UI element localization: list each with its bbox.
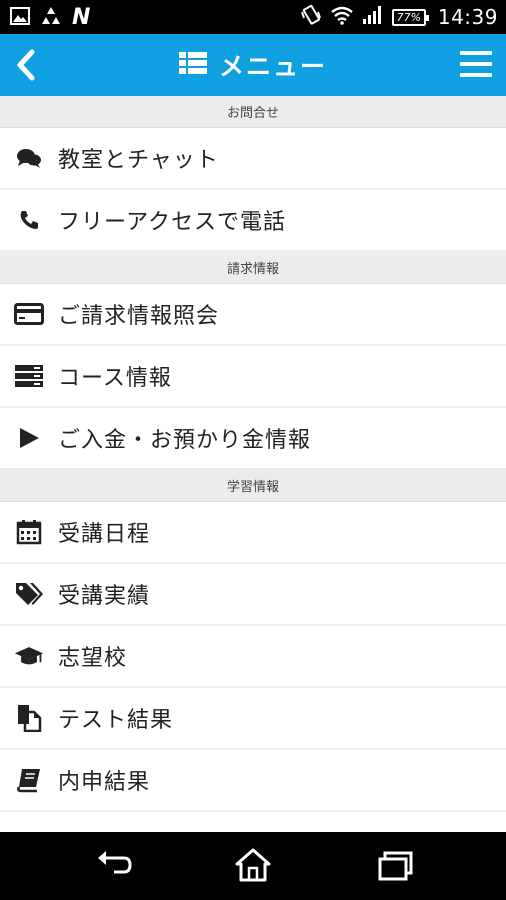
home-icon	[235, 848, 271, 882]
wifi-icon	[330, 5, 354, 29]
menu-item-label: 受講実績	[58, 584, 151, 609]
menu-item-label: 受講日程	[58, 522, 151, 547]
battery-icon: 77%	[391, 8, 429, 26]
menu-item-payment-info[interactable]: ご入金・お預かり金情報	[0, 408, 506, 470]
menu-item-label: 教室とチャット	[58, 148, 219, 173]
status-bar: N 77% 14:39	[0, 0, 506, 34]
system-icons: 77% 14:39	[300, 4, 498, 30]
menu-item-label: ご請求情報照会	[58, 304, 220, 329]
signal-icon	[362, 5, 384, 29]
credit-card-icon	[14, 299, 44, 329]
play-icon	[14, 423, 44, 453]
section-header-learning: 学習情報	[0, 470, 506, 502]
book-icon	[14, 765, 44, 795]
nav-home-button[interactable]	[229, 846, 277, 886]
list-icon	[178, 52, 207, 78]
menu-item-label: テスト結果	[58, 708, 174, 733]
recycle-icon	[40, 6, 62, 30]
menu-list: お問合せ 教室とチャット フリーアクセスで電話 請求情報 ご請求情報照会 コース…	[0, 96, 506, 812]
navigation-bar	[0, 832, 506, 900]
menu-item-label: 志望校	[58, 646, 128, 671]
calendar-icon	[14, 517, 44, 547]
menu-item-schedule[interactable]: 受講日程	[0, 502, 506, 564]
notification-icons: N	[10, 7, 90, 29]
menu-item-label: コース情報	[58, 366, 172, 391]
server-icon	[14, 361, 44, 391]
menu-item-billing-inquiry[interactable]: ご請求情報照会	[0, 284, 506, 346]
section-header-inquiry: お問合せ	[0, 96, 506, 128]
documents-icon	[14, 703, 44, 733]
vibrate-icon	[300, 4, 322, 30]
nav-back-button[interactable]	[90, 846, 138, 886]
menu-item-target-school[interactable]: 志望校	[0, 626, 506, 688]
back-icon	[98, 851, 132, 874]
menu-item-attendance-record[interactable]: 受講実績	[0, 564, 506, 626]
app-title: メニュー	[0, 34, 506, 96]
menu-item-course-info[interactable]: コース情報	[0, 346, 506, 408]
tags-icon	[14, 579, 44, 609]
menu-item-label: ご入金・お預かり金情報	[58, 428, 312, 453]
graduation-cap-icon	[14, 641, 44, 671]
menu-button[interactable]	[456, 44, 496, 84]
menu-item-test-results[interactable]: テスト結果	[0, 688, 506, 750]
menu-item-label: 内申結果	[58, 770, 151, 795]
section-header-billing: 請求情報	[0, 252, 506, 284]
app-bar: メニュー	[0, 34, 506, 96]
menu-item-classroom-chat[interactable]: 教室とチャット	[0, 128, 506, 190]
phone-icon	[14, 205, 44, 235]
recent-apps-icon	[378, 851, 413, 881]
image-icon	[10, 7, 30, 29]
hamburger-menu-icon	[460, 51, 492, 77]
chat-icon	[14, 143, 44, 173]
menu-item-report-card[interactable]: 内申結果	[0, 750, 506, 812]
menu-item-label: フリーアクセスで電話	[58, 210, 287, 235]
clock: 14:39	[437, 5, 498, 29]
n-logo-icon: N	[72, 5, 91, 30]
menu-item-free-call[interactable]: フリーアクセスで電話	[0, 190, 506, 252]
nav-recent-apps-button[interactable]	[370, 846, 418, 886]
page-title: メニュー	[218, 52, 327, 81]
